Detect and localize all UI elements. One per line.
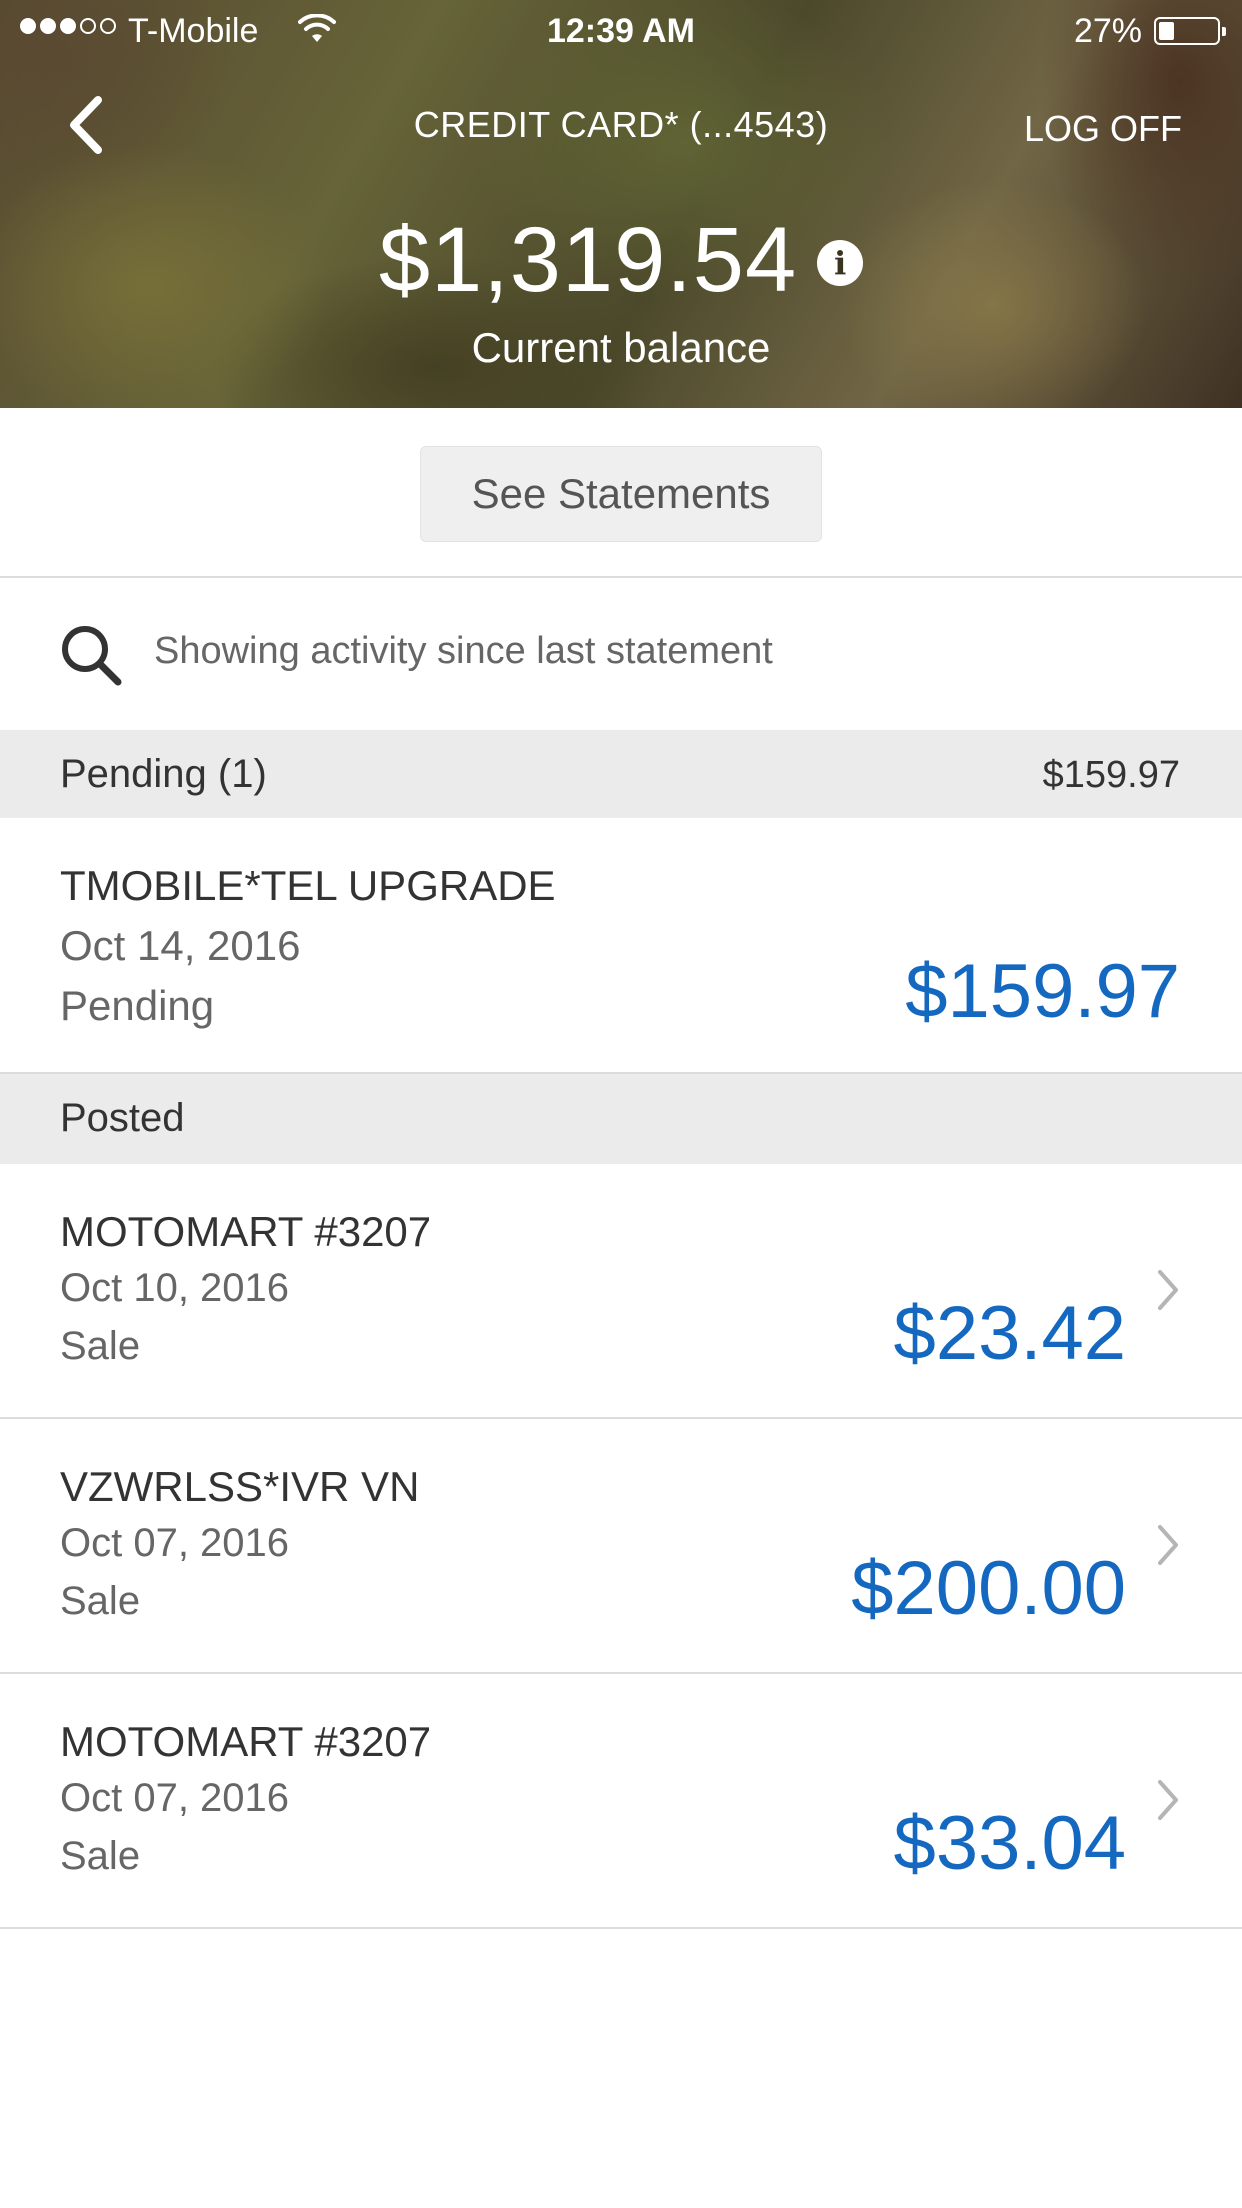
transaction-row[interactable]: VZWRLSS*IVR VN Oct 07, 2016 Sale $200.00 (0, 1419, 1242, 1674)
posted-section-header: Posted (0, 1074, 1242, 1164)
account-header: T-Mobile 12:39 AM 27% CREDIT CARD* (...4… (0, 0, 1242, 408)
transaction-amount: $33.04 (893, 1801, 1126, 1886)
nav-bar: CREDIT CARD* (...4543) LOG OFF (0, 60, 1242, 190)
status-bar: T-Mobile 12:39 AM 27% (0, 0, 1242, 60)
transaction-status: Sale (60, 1579, 141, 1623)
transaction-merchant: TMOBILE*TEL UPGRADE (60, 862, 556, 909)
pending-section-label: Pending (1) (60, 752, 267, 796)
battery-icon (1154, 17, 1226, 45)
info-icon[interactable]: i (817, 240, 864, 286)
transaction-amount: $159.97 (905, 949, 1180, 1034)
transaction-row[interactable]: MOTOMART #3207 Oct 07, 2016 Sale $33.04 (0, 1674, 1242, 1929)
activity-search-row[interactable]: Showing activity since last statement (0, 578, 1242, 730)
balance-block: $1,319.54 i Current balance (0, 200, 1242, 372)
battery-percent: 27% (1073, 12, 1142, 50)
transaction-date: Oct 10, 2016 (60, 1266, 290, 1310)
transaction-date: Oct 07, 2016 (60, 1521, 290, 1565)
transaction-status: Sale (60, 1834, 141, 1878)
pending-section-header: Pending (1) $159.97 (0, 730, 1242, 818)
transaction-status: Pending (60, 982, 215, 1029)
see-statements-button[interactable]: See Statements (420, 446, 822, 542)
statements-area: See Statements (0, 408, 1242, 578)
transaction-merchant: MOTOMART #3207 (60, 1208, 432, 1255)
transaction-amount: $200.00 (851, 1546, 1126, 1631)
transaction-status: Sale (60, 1324, 141, 1368)
chevron-right-icon (1158, 1270, 1178, 1310)
transaction-date: Oct 07, 2016 (60, 1776, 290, 1820)
clock: 12:39 AM (546, 12, 696, 50)
current-balance-label: Current balance (471, 324, 771, 371)
pending-section-total: $159.97 (1042, 754, 1180, 796)
search-icon (62, 626, 122, 686)
chevron-right-icon (1158, 1780, 1178, 1820)
activity-filter-text: Showing activity since last statement (154, 630, 773, 672)
transaction-merchant: MOTOMART #3207 (60, 1718, 432, 1765)
posted-section-label: Posted (60, 1096, 185, 1140)
current-balance-amount: $1,319.54 (378, 209, 798, 311)
chevron-right-icon (1158, 1525, 1178, 1565)
transaction-date: Oct 14, 2016 (60, 922, 301, 969)
transaction-amount: $23.42 (893, 1291, 1126, 1376)
transaction-merchant: VZWRLSS*IVR VN (60, 1463, 420, 1510)
transaction-row[interactable]: TMOBILE*TEL UPGRADE Oct 14, 2016 Pending… (0, 818, 1242, 1074)
log-off-button[interactable]: LOG OFF (1024, 108, 1182, 150)
transaction-row[interactable]: MOTOMART #3207 Oct 10, 2016 Sale $23.42 (0, 1164, 1242, 1419)
